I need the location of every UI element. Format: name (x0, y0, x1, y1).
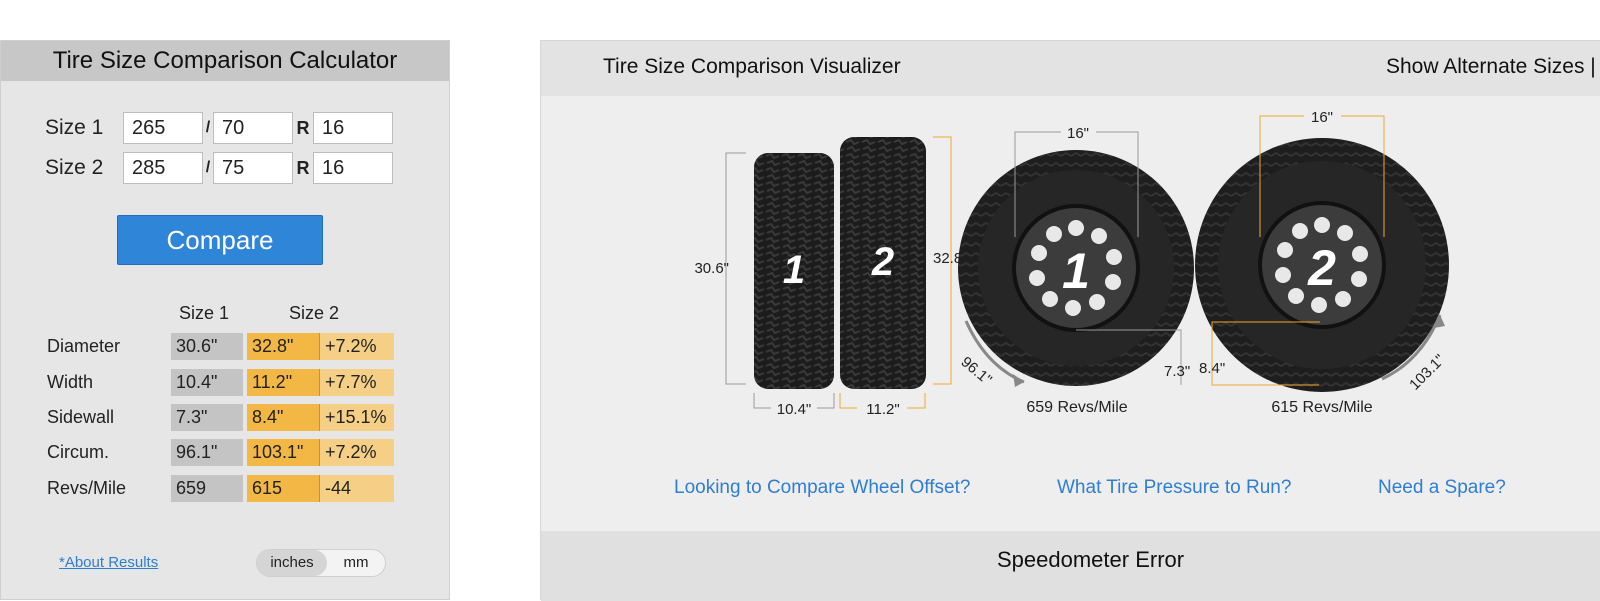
tire2-side-number: 2 (1307, 240, 1336, 296)
calculator-title: Tire Size Comparison Calculator (1, 41, 449, 81)
unit-toggle[interactable]: inches mm (256, 549, 386, 577)
tire-visual: 1 2 30.6" 32.8" 10.4" 11.2" 1 2 16" 16" … (694, 109, 1449, 418)
tire2-number: 2 (871, 240, 894, 284)
result-row: Revs/Mile 659 615 -44 (47, 475, 394, 502)
slash: / (205, 119, 211, 136)
compare-wheel-offset-link[interactable]: Looking to Compare Wheel Offset? (674, 477, 970, 499)
need-a-spare-link[interactable]: Need a Spare? (1378, 477, 1506, 499)
unit-mm-option[interactable]: mm (327, 550, 385, 576)
tire2-side-view: 2 (1195, 138, 1449, 392)
slash: / (205, 159, 211, 176)
size1-rim-input[interactable] (313, 112, 393, 144)
col-head-size1: Size 1 (179, 303, 230, 323)
unit-inches-option[interactable]: inches (257, 550, 327, 576)
size2-label: Size 2 (45, 156, 104, 179)
result-size1: 659 (171, 475, 243, 502)
result-size1: 30.6" (171, 333, 243, 360)
tire1-side-view: 1 (958, 150, 1194, 386)
tire2-revs-label: 615 Revs/Mile (1271, 399, 1372, 416)
result-size1: 10.4" (171, 369, 243, 396)
tire1-revs-label: 659 Revs/Mile (1026, 399, 1127, 416)
tire1-sidewall-label: 7.3" (1164, 363, 1190, 380)
result-label: Circum. (47, 442, 109, 462)
tire1-number: 1 (783, 248, 805, 292)
result-label: Sidewall (47, 407, 115, 427)
size1-width-input[interactable] (123, 112, 203, 144)
speedometer-section: Speedometer Error (541, 531, 1600, 601)
speedometer-title: Speedometer Error (997, 547, 1185, 572)
result-diff: +7.2% (320, 333, 394, 360)
size1-aspect-input[interactable] (213, 112, 293, 144)
result-row: Width 10.4" 11.2" +7.7% (47, 369, 394, 396)
tire2-sidewall-label: 8.4" (1199, 360, 1225, 377)
visualizer-panel: Tire Size Comparison Visualizer Show Alt… (540, 40, 1600, 601)
result-size1: 7.3" (171, 404, 243, 431)
size2-row: Size 2 / R (45, 151, 393, 185)
result-label: Diameter (47, 336, 121, 356)
tire2-front-view: 2 (840, 137, 926, 389)
result-size2: 11.2" (247, 369, 320, 396)
result-label: Revs/Mile (47, 478, 127, 498)
size2-aspect-input[interactable] (213, 152, 293, 184)
result-size2: 615 (247, 475, 320, 502)
result-row: Diameter 30.6" 32.8" +7.2% (47, 333, 394, 360)
result-label: Width (47, 372, 94, 392)
result-size1: 96.1" (171, 439, 243, 466)
tire2-rim-label: 16" (1311, 109, 1333, 126)
about-results-link[interactable]: *About Results (59, 554, 158, 571)
tire1-rim-label: 16" (1067, 125, 1089, 142)
result-diff: +7.7% (320, 369, 394, 396)
result-row: Circum. 96.1" 103.1" +7.2% (47, 439, 394, 466)
compare-button[interactable]: Compare (117, 215, 323, 265)
size2-width-input[interactable] (123, 152, 203, 184)
calculator-panel: Tire Size Comparison Calculator Size 1 /… (0, 40, 450, 600)
result-row: Sidewall 7.3" 8.4" +15.1% (47, 404, 394, 431)
tire1-width-label: 10.4" (777, 401, 812, 418)
tire1-height-label: 30.6" (694, 260, 729, 277)
result-size2: 103.1" (247, 439, 320, 466)
size2-rim-input[interactable] (313, 152, 393, 184)
tire1-height-bracket (725, 152, 746, 385)
result-diff: -44 (320, 475, 394, 502)
size1-label: Size 1 (45, 116, 104, 139)
result-size2: 32.8" (247, 333, 320, 360)
result-diff: +7.2% (320, 439, 394, 466)
tire1-front-view: 1 (754, 153, 834, 389)
rim-r: R (296, 157, 310, 178)
tire-pressure-link[interactable]: What Tire Pressure to Run? (1057, 477, 1291, 499)
result-diff: +15.1% (320, 404, 394, 431)
tire2-width-label: 11.2" (866, 401, 899, 418)
tire1-side-number: 1 (1062, 243, 1090, 299)
rim-r: R (296, 117, 310, 138)
size1-row: Size 1 / R (45, 111, 393, 145)
col-head-size2: Size 2 (289, 303, 340, 323)
result-size2: 8.4" (247, 404, 320, 431)
